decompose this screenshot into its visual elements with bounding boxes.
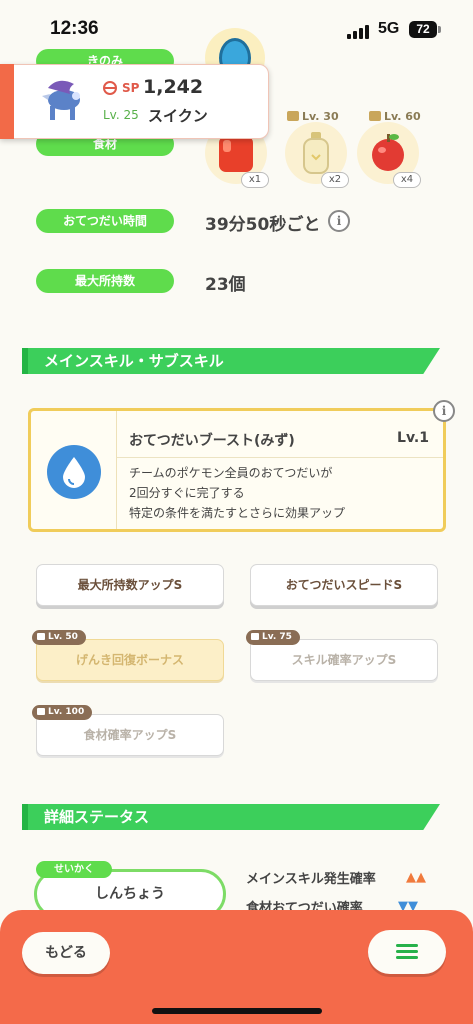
lock-icon <box>369 111 381 121</box>
section-header-details: 詳細ステータス <box>22 804 448 830</box>
help-time-info-icon[interactable]: i <box>328 210 350 232</box>
menu-icon <box>396 944 418 947</box>
main-skill-info-icon[interactable]: i <box>433 400 455 422</box>
section-header-skills: メインスキル・サブスキル <box>22 348 448 374</box>
ingredient-qty-1: x1 <box>241 172 269 188</box>
sp-icon <box>103 81 117 95</box>
sub-skill-5[interactable]: 食材確率アップS <box>36 714 224 756</box>
network-label: 5G <box>378 20 400 37</box>
water-drop-icon <box>47 445 101 499</box>
sub-skill-2[interactable]: おてつだいスピードS <box>250 564 438 606</box>
pokemon-card-accent <box>0 64 14 139</box>
section-title: 詳細ステータス <box>44 808 150 826</box>
main-skill-name: おてつだいブースト(みず) <box>129 433 295 449</box>
help-time-value: 39分50秒ごと <box>205 215 321 235</box>
sub-skill-3[interactable]: げんき回復ボーナス <box>36 639 224 681</box>
lock-icon <box>287 111 299 121</box>
ingredient-slot-3[interactable]: x4 <box>357 122 421 188</box>
max-carry-value: 23個 <box>205 275 246 295</box>
max-carry-label: 最大所持数 <box>36 269 174 293</box>
home-indicator <box>152 1008 322 1014</box>
ingredient-qty-2: x2 <box>321 172 349 188</box>
sub-skill-5-unlock: Lv. 100 <box>32 705 93 720</box>
signal-icon <box>347 25 371 39</box>
main-skill-level: Lv.1 <box>397 430 429 446</box>
ingredient-qty-3: x4 <box>393 172 421 188</box>
lock-icon <box>37 633 45 640</box>
lock-icon <box>251 633 259 640</box>
sub-skill-4-unlock: Lv. 75 <box>246 630 300 645</box>
menu-button[interactable] <box>368 930 446 974</box>
stat-up-arrows-icon: ▲▲ <box>406 870 426 885</box>
pokemon-sprite <box>42 80 80 120</box>
stat-up-label: メインスキル発生確率 <box>246 872 376 887</box>
back-button[interactable]: もどる <box>22 932 110 974</box>
battery-icon: 72 <box>409 21 437 38</box>
status-time: 12:36 <box>50 18 99 39</box>
sub-skill-4[interactable]: スキル確率アップS <box>250 639 438 681</box>
battery-tip <box>438 26 441 33</box>
help-time-label: おてつだい時間 <box>36 209 174 233</box>
nature-tag: せいかく <box>36 861 112 878</box>
sp-value: 1,242 <box>143 76 204 98</box>
lock-icon <box>37 708 45 715</box>
main-skill-card[interactable]: おてつだいブースト(みず) Lv.1 チームのポケモン全員のおてつだいが 2回分… <box>28 408 446 532</box>
main-skill-description: チームのポケモン全員のおてつだいが 2回分すぐに完了する 特定の条件を満たすとさ… <box>129 466 346 520</box>
sub-skill-1[interactable]: 最大所持数アップS <box>36 564 224 606</box>
sub-skill-3-unlock: Lv. 50 <box>32 630 86 645</box>
pokemon-name: スイクン <box>148 107 208 125</box>
sp-label: SP <box>122 81 140 95</box>
ingredient-slot-2[interactable]: x2 <box>285 122 349 188</box>
divider <box>117 457 443 458</box>
pokemon-level: Lv. 25 <box>103 108 139 122</box>
section-title: メインスキル・サブスキル <box>44 352 224 370</box>
